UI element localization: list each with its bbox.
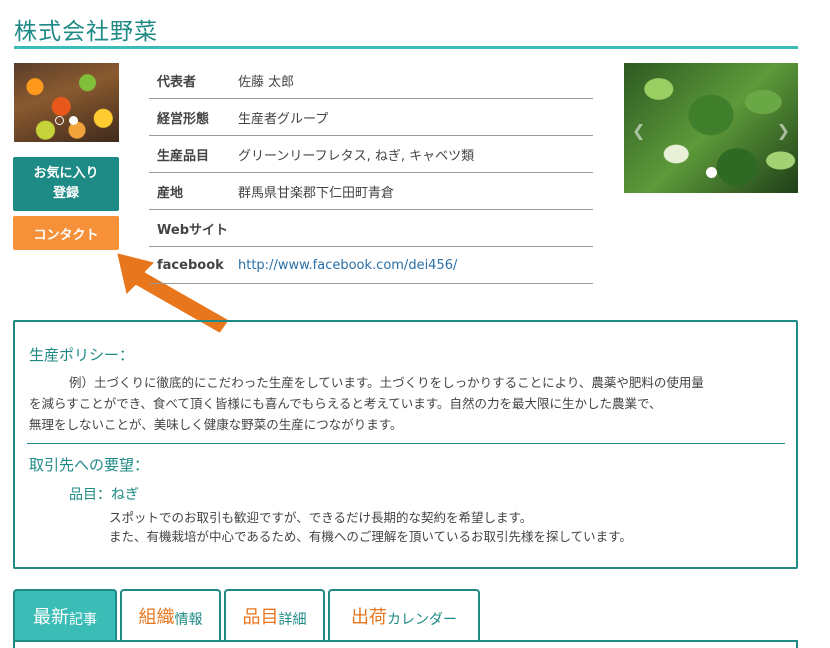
tab-organization-info[interactable]: 組織 情報	[120, 589, 221, 641]
tab-label-sub: 情報	[174, 612, 203, 628]
policy-heading: 生産ポリシー：	[29, 346, 135, 364]
section-divider	[27, 443, 785, 444]
carousel-dot[interactable]	[706, 167, 717, 178]
tab-shipping-calendar[interactable]: 出荷 カレンダー	[328, 589, 480, 641]
profile-label: 経営形態	[157, 111, 210, 127]
profile-table: 代表者 佐藤 太郎 経営形態 生産者グループ 生産品目 グリーンリーフレタス, …	[149, 62, 593, 284]
profile-label: facebook	[157, 257, 224, 273]
facebook-link[interactable]: http://www.facebook.com/dei456/	[238, 258, 457, 273]
chevron-left-icon[interactable]: ❮	[632, 121, 645, 140]
profile-row: 産地 群馬県甘楽郡下仁田町青倉	[149, 173, 593, 210]
add-favorite-button[interactable]: お気に入り登録	[13, 157, 119, 211]
tab-latest-articles[interactable]: 最新 記事	[13, 589, 117, 641]
profile-value: 生産者グループ	[238, 111, 329, 127]
tab-label-main: 品目	[242, 607, 279, 628]
tab-panel	[13, 640, 798, 648]
request-line: スポットでのお取引も歓迎ですが、できるだけ長期的な契約を希望します。	[109, 510, 533, 525]
tab-label-sub: 記事	[69, 612, 97, 628]
profile-label: Webサイト	[157, 222, 228, 238]
profile-label: 代表者	[157, 74, 197, 90]
contact-button[interactable]: コンタクト	[13, 216, 119, 250]
chevron-right-icon[interactable]: ❯	[777, 121, 790, 140]
product-image-carousel-right[interactable]: ❮ ❯	[624, 63, 798, 193]
policy-line: を減らすことができ、食べて頂く皆様にも喜んでもらえると考えています。自然の力を最…	[29, 396, 662, 411]
requested-product: 品目：ねぎ	[69, 487, 139, 503]
product-image-carousel-left[interactable]	[14, 63, 119, 142]
profile-row: 生産品目 グリーンリーフレタス, ねぎ, キャベツ類	[149, 136, 593, 173]
profile-label: 生産品目	[157, 148, 210, 164]
tab-label-sub: カレンダー	[387, 612, 457, 628]
tab-label-main: 最新	[33, 607, 69, 628]
carousel-dot-1[interactable]	[55, 116, 64, 125]
tab-bar: 最新 記事 組織 情報 品目 詳細 出荷 カレンダー	[13, 589, 480, 641]
tab-product-details[interactable]: 品目 詳細	[224, 589, 325, 641]
policy-box: 生産ポリシー： 例）土づくりに徹底的にこだわった生産をしています。土づくりをしっ…	[13, 320, 798, 569]
profile-value: 群馬県甘楽郡下仁田町青倉	[238, 185, 395, 201]
title-divider	[14, 46, 798, 49]
profile-label: 産地	[157, 185, 184, 201]
profile-value: 佐藤 太郎	[238, 74, 295, 90]
policy-line: 無理をしないことが、美味しく健康な野菜の生産につながります。	[29, 417, 403, 432]
profile-value: グリーンリーフレタス, ねぎ, キャベツ類	[238, 148, 475, 164]
profile-row: Webサイト	[149, 210, 593, 247]
policy-line: 例）土づくりに徹底的にこだわった生産をしています。土づくりをしっかりすることによ…	[69, 375, 704, 390]
tab-label-main: 出荷	[351, 607, 387, 628]
profile-row: 経営形態 生産者グループ	[149, 99, 593, 136]
profile-row: 代表者 佐藤 太郎	[149, 62, 593, 99]
tab-label-sub: 詳細	[278, 612, 307, 628]
requests-heading: 取引先への要望：	[29, 456, 150, 474]
request-line: また、有機栽培が中心であるため、有機へのご理解を頂いているお取引先様を探していま…	[109, 529, 632, 544]
tab-label-main: 組織	[138, 607, 175, 628]
profile-row: facebook http://www.facebook.com/dei456/	[149, 247, 593, 284]
company-name: 株式会社野菜	[14, 19, 158, 45]
carousel-dot-2[interactable]	[69, 116, 78, 125]
